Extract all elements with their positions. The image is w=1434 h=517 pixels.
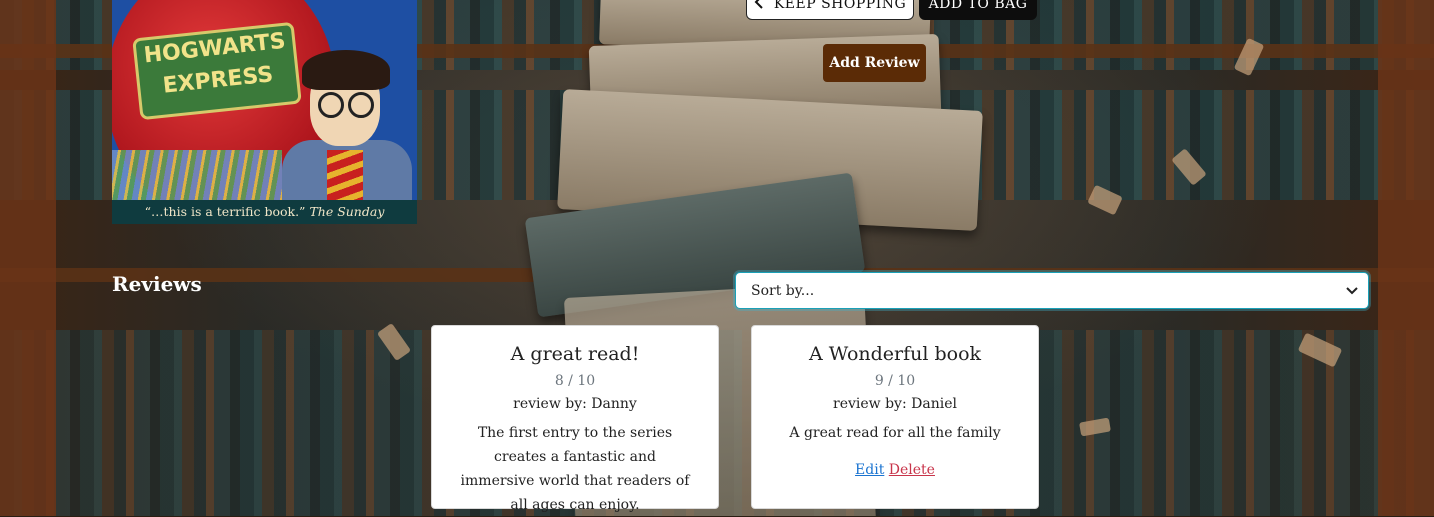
review-title: A great read! [510, 343, 640, 365]
review-rating: 8 / 10 [554, 373, 596, 389]
add-to-bag-button[interactable]: ADD TO BAG [919, 0, 1037, 20]
edit-review-link[interactable]: Edit [855, 462, 884, 478]
chevron-down-icon [1346, 284, 1358, 298]
cover-quote-text: “…this is a terrific book.” [144, 204, 306, 219]
review-card: A Wonderful book 9 / 10 review by: Danie… [751, 325, 1039, 509]
cover-boy-hair [302, 50, 390, 90]
review-rating: 9 / 10 [874, 373, 916, 389]
review-title: A Wonderful book [808, 343, 982, 365]
sort-select[interactable]: Sort by... [735, 272, 1369, 309]
review-card: A great read! 8 / 10 review by: Danny Th… [431, 325, 719, 513]
cover-ground [112, 150, 282, 202]
sort-select-value: Sort by... [751, 282, 815, 299]
shelf-post [1378, 0, 1434, 516]
shelf-post [0, 0, 56, 516]
delete-review-link[interactable]: Delete [889, 462, 935, 478]
review-body: The first entry to the series creates a … [460, 425, 690, 513]
chevron-left-icon [754, 0, 764, 13]
cover-train-plate: HOGWARTS EXPRESS [132, 21, 302, 121]
book-cover-image: HOGWARTS EXPRESS “…this is a terrific bo… [112, 0, 417, 224]
review-author: review by: Danny [513, 396, 637, 412]
review-author: review by: Daniel [833, 396, 957, 412]
keep-shopping-button[interactable]: KEEP SHOPPING [746, 0, 914, 20]
add-to-bag-label: ADD TO BAG [928, 0, 1028, 12]
cover-glasses [318, 92, 376, 118]
review-actions: Edit Delete [752, 461, 1038, 479]
review-body: A great read for all the family [789, 425, 1001, 441]
reviews-heading: Reviews [112, 272, 202, 296]
cover-quote: “…this is a terrific book.” The Sunday T… [112, 200, 417, 224]
cover-scarf [327, 150, 363, 206]
keep-shopping-label: KEEP SHOPPING [773, 0, 907, 12]
add-review-label: Add Review [829, 55, 920, 71]
add-review-button[interactable]: Add Review [823, 44, 926, 82]
